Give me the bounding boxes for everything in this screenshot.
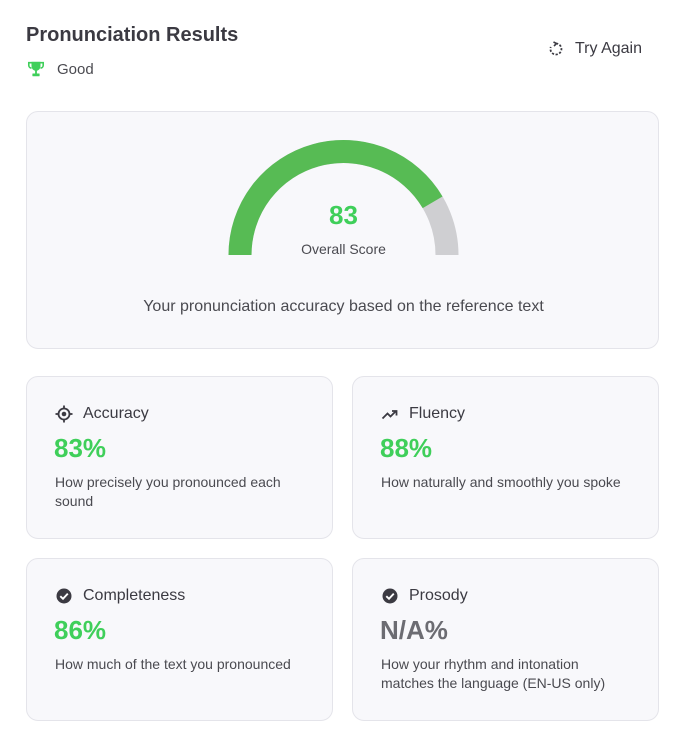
metric-card-fluency: Fluency 88% How naturally and smoothly y…: [352, 376, 659, 539]
metric-title: Accuracy: [83, 405, 149, 422]
metric-description: How naturally and smoothly you spoke: [381, 474, 621, 490]
rating-label: Good: [57, 60, 94, 78]
metric-value: 83%: [54, 433, 107, 463]
rating: Good: [27, 60, 94, 78]
check-circle-icon: [55, 587, 73, 605]
metric-description: How precisely you pronounced each sound: [55, 474, 281, 509]
target-icon: [55, 405, 73, 423]
overall-score-value: 83: [329, 200, 358, 230]
metric-card-completeness: Completeness 86% How much of the text yo…: [26, 558, 333, 721]
metric-value: N/A%: [380, 615, 448, 645]
metric-title: Completeness: [83, 587, 186, 604]
check-circle-icon: [381, 587, 399, 605]
overall-score-description: Your pronunciation accuracy based on the…: [143, 298, 544, 315]
metric-card-accuracy: Accuracy 83% How precisely you pronounce…: [26, 376, 333, 539]
metric-description: How much of the text you pronounced: [55, 656, 291, 672]
metric-card-prosody: Prosody N/A% How your rhythm and intonat…: [352, 558, 659, 721]
overall-score-card: 83 Overall Score Your pronunciation accu…: [26, 111, 659, 349]
metric-title: Fluency: [409, 405, 466, 422]
metric-description: How your rhythm and intonation matches t…: [381, 656, 606, 691]
trending-up-icon: [381, 405, 399, 423]
try-again-button[interactable]: Try Again: [547, 40, 642, 58]
metric-value: 88%: [380, 433, 433, 463]
overall-score-label: Overall Score: [301, 241, 386, 257]
try-again-label: Try Again: [575, 40, 642, 57]
metric-title: Prosody: [409, 587, 468, 604]
trophy-icon: [27, 60, 45, 78]
page-title: Pronunciation Results: [26, 24, 239, 46]
metric-value: 86%: [54, 615, 107, 645]
restart-icon: [547, 40, 565, 58]
